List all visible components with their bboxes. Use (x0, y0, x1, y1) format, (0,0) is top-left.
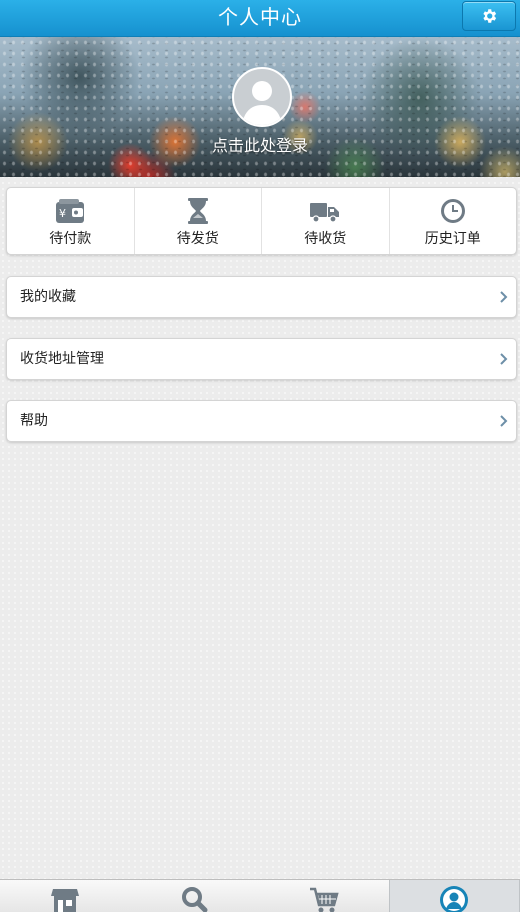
menu-item-label: 收货地址管理 (20, 339, 104, 379)
gear-icon (480, 7, 498, 25)
profile-banner[interactable]: 点击此处登录 (0, 37, 520, 177)
order-pending-payment-label: 待付款 (7, 228, 134, 248)
order-status-card: ¥ 待付款 待发货 待收货 历史订单 (6, 187, 517, 255)
header-bar: 个人中心 (0, 0, 520, 37)
order-pending-shipment-label: 待发货 (135, 228, 262, 248)
truck-icon (310, 198, 340, 224)
wallet-icon: ¥ (55, 198, 85, 224)
tab-search[interactable] (130, 880, 260, 912)
chevron-right-icon (500, 415, 508, 427)
hourglass-icon (183, 198, 213, 224)
settings-button[interactable] (462, 1, 516, 31)
order-pending-receipt-label: 待收货 (262, 228, 389, 248)
chevron-right-icon (500, 291, 508, 303)
search-icon (179, 885, 209, 912)
user-circle-icon (439, 885, 469, 912)
login-prompt[interactable]: 点击此处登录 (0, 132, 520, 156)
order-history-label: 历史订单 (390, 228, 517, 248)
order-history[interactable]: 历史订单 (389, 188, 517, 254)
tab-cart[interactable] (259, 880, 389, 912)
menu-item-favorites[interactable]: 我的收藏 (6, 276, 517, 318)
clock-icon (438, 198, 468, 224)
menu-item-address[interactable]: 收货地址管理 (6, 338, 517, 380)
order-pending-shipment[interactable]: 待发货 (134, 188, 262, 254)
page-title: 个人中心 (0, 0, 520, 34)
menu-item-label: 我的收藏 (20, 277, 76, 317)
cart-icon (309, 885, 339, 912)
order-pending-payment[interactable]: ¥ 待付款 (7, 188, 134, 254)
menu-item-label: 帮助 (20, 401, 48, 441)
chevron-right-icon (500, 353, 508, 365)
avatar[interactable] (232, 67, 292, 127)
svg-text:¥: ¥ (59, 207, 66, 220)
order-pending-receipt[interactable]: 待收货 (261, 188, 389, 254)
tab-profile[interactable] (389, 880, 520, 912)
store-icon (50, 885, 80, 912)
bottom-tab-bar (0, 879, 520, 912)
user-silhouette-icon (234, 69, 290, 125)
menu-item-help[interactable]: 帮助 (6, 400, 517, 442)
tab-store[interactable] (0, 880, 130, 912)
